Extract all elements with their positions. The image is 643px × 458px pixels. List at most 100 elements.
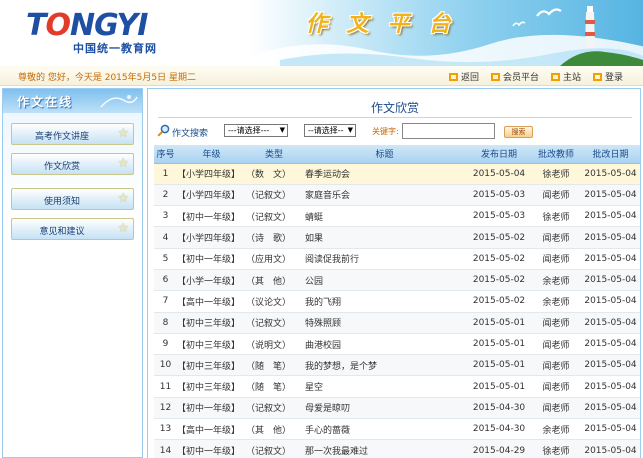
- table-row[interactable]: 2 【小学四年级】 （记叙文） 家庭音乐会 2015-05-03 闻老师 2015-05-0…: [154, 184, 640, 207]
- row-type: （记叙文）: [246, 184, 302, 207]
- nav-back[interactable]: 返回: [448, 70, 479, 83]
- sidebar-item-gaokao-lecture[interactable]: 高考作文讲座 ★: [11, 123, 134, 145]
- row-teacher: 徐老师: [531, 439, 581, 458]
- row-publish-date: 2015-05-03: [467, 205, 531, 228]
- search-label: 作文搜索: [172, 129, 209, 139]
- row-publish-date: 2015-04-30: [467, 418, 531, 441]
- row-teacher: 闻老师: [531, 226, 581, 249]
- table-row[interactable]: 11 【初中三年级】 （随 笔） 星空 2015-05-01 闻老师 2015-05-04: [154, 375, 640, 398]
- star-icon: ★: [117, 221, 129, 236]
- row-review-date: 2015-05-04: [581, 354, 640, 377]
- title-divider: [158, 117, 632, 118]
- row-index: 13: [154, 418, 177, 441]
- row-review-date: 2015-05-04: [581, 418, 640, 441]
- row-index: 10: [154, 354, 177, 377]
- col-header-teacher: 批改教师: [531, 145, 581, 164]
- row-title[interactable]: 母爱是晾叨: [302, 397, 467, 420]
- table-row[interactable]: 14 【初中一年级】 （记叙文） 那一次我最难过 2015-04-29 徐老师 2015-0…: [154, 439, 640, 458]
- search-button[interactable]: 搜索: [504, 126, 533, 138]
- row-grade: 【高中一年级】: [177, 290, 246, 313]
- row-publish-date: 2015-05-02: [467, 269, 531, 292]
- row-grade: 【初中三年级】: [177, 333, 246, 356]
- table-row[interactable]: 10 【初中三年级】 （随 笔） 我的梦想，是个梦 2015-05-01 闻老师 2015-…: [154, 354, 640, 377]
- info-bar: 尊敬的 您好，今天是 2015年5月5日 星期二 返回 会员平台 主站 登录: [0, 66, 643, 86]
- row-review-date: 2015-05-04: [581, 439, 640, 458]
- sidebar-item-essay-appreciation[interactable]: 作文欣赏 ★: [11, 153, 134, 175]
- sidebar-item-feedback[interactable]: 意见和建议 ★: [11, 218, 134, 240]
- table-row[interactable]: 13 【高中一年级】 （其 他） 手心的蔷薇 2015-04-30 余老师 2015-05-…: [154, 418, 640, 441]
- row-title[interactable]: 星空: [302, 375, 467, 398]
- row-publish-date: 2015-05-04: [467, 163, 531, 185]
- table-row[interactable]: 1 【小学四年级】 （数 文） 春季运动会 2015-05-04 徐老师 2015-05-0…: [154, 163, 640, 185]
- row-teacher: 闻老师: [531, 375, 581, 398]
- row-type: （诗 歌）: [246, 226, 302, 249]
- table-row[interactable]: 9 【初中三年级】 （说明文） 曲港校园 2015-05-01 闻老师 2015-05-04: [154, 333, 640, 356]
- essay-table: 序号 年级 类型 标题 发布日期 批改教师 批改日期 1 【小学四年级】 （数 文）…: [154, 145, 640, 458]
- row-teacher: 余老师: [531, 269, 581, 292]
- row-publish-date: 2015-05-01: [467, 333, 531, 356]
- table-row[interactable]: 12 【初中一年级】 （记叙文） 母爱是晾叨 2015-04-30 闻老师 2015-05-…: [154, 397, 640, 420]
- star-icon: ★: [117, 191, 129, 206]
- row-publish-date: 2015-05-01: [467, 354, 531, 377]
- star-icon: ★: [117, 156, 129, 171]
- row-title[interactable]: 手心的蔷薇: [302, 418, 467, 441]
- table-row[interactable]: 3 【初中一年级】 （记叙文） 蜻蜓 2015-05-03 徐老师 2015-05-04: [154, 205, 640, 228]
- col-header-publish-date: 发布日期: [467, 145, 531, 164]
- row-grade: 【小学四年级】: [177, 184, 246, 207]
- row-type: （记叙文）: [246, 439, 302, 458]
- row-teacher: 闻老师: [531, 354, 581, 377]
- island-decoration: [560, 51, 643, 66]
- row-title[interactable]: 我的梦想，是个梦: [302, 354, 467, 377]
- row-teacher: 余老师: [531, 290, 581, 313]
- row-grade: 【初中一年级】: [177, 439, 246, 458]
- sidebar-item-usage-notice[interactable]: 使用须知 ★: [11, 188, 134, 210]
- table-row[interactable]: 4 【小学四年级】 （诗 歌） 如果 2015-05-02 闻老师 2015-05-04: [154, 226, 640, 249]
- row-index: 6: [154, 269, 177, 292]
- table-row[interactable]: 7 【高中一年级】 （议论文） 我的飞翔 2015-05-02 余老师 2015-05-04: [154, 290, 640, 313]
- table-row[interactable]: 5 【初中一年级】 （应用文） 阅读促我前行 2015-05-02 闻老师 2015-05-…: [154, 248, 640, 270]
- row-title[interactable]: 那一次我最难过: [302, 439, 467, 458]
- site-logo[interactable]: TONGYI: [26, 8, 148, 43]
- row-title[interactable]: 春季运动会: [302, 163, 467, 185]
- row-publish-date: 2015-04-29: [467, 439, 531, 458]
- row-review-date: 2015-05-04: [581, 248, 640, 270]
- row-grade: 【初中一年级】: [177, 205, 246, 228]
- row-title[interactable]: 家庭音乐会: [302, 184, 467, 207]
- row-type: （应用文）: [246, 248, 302, 270]
- nav-main-site[interactable]: 主站: [550, 70, 581, 83]
- row-grade: 【高中一年级】: [177, 418, 246, 441]
- row-teacher: 徐老师: [531, 205, 581, 228]
- row-review-date: 2015-05-04: [581, 397, 640, 420]
- type-select[interactable]: --请选择-- ▼: [304, 124, 356, 137]
- grade-select[interactable]: ---请选择--- ▼: [224, 124, 288, 137]
- row-review-date: 2015-05-04: [581, 184, 640, 207]
- table-row[interactable]: 6 【小学一年级】 （其 他） 公园 2015-05-02 余老师 2015-05-04: [154, 269, 640, 292]
- row-grade: 【小学四年级】: [177, 226, 246, 249]
- row-title[interactable]: 特殊照顾: [302, 312, 467, 334]
- row-title[interactable]: 蜻蜓: [302, 205, 467, 228]
- col-header-grade: 年级: [177, 145, 246, 164]
- nav-member-platform[interactable]: 会员平台: [490, 70, 539, 83]
- row-title[interactable]: 我的飞翔: [302, 290, 467, 313]
- row-type: （记叙文）: [246, 397, 302, 420]
- row-title[interactable]: 曲港校园: [302, 333, 467, 356]
- row-grade: 【初中三年级】: [177, 375, 246, 398]
- row-title[interactable]: 阅读促我前行: [302, 248, 467, 270]
- row-type: （随 笔）: [246, 375, 302, 398]
- star-icon: ★: [117, 126, 129, 141]
- row-publish-date: 2015-05-01: [467, 375, 531, 398]
- sidebar: 作文在线 高考作文讲座 ★ 作文欣赏 ★ 使用须知 ★ 意见和建议 ★: [2, 88, 143, 458]
- nav-login[interactable]: 登录: [592, 70, 623, 83]
- table-row[interactable]: 8 【初中三年级】 （记叙文） 特殊照顾 2015-05-01 闻老师 2015-05-04: [154, 312, 640, 334]
- row-teacher: 徐老师: [531, 163, 581, 185]
- greeting-text: 尊敬的 您好，今天是 2015年5月5日 星期二: [18, 73, 196, 83]
- row-publish-date: 2015-05-02: [467, 290, 531, 313]
- row-index: 1: [154, 163, 177, 185]
- keyword-input[interactable]: [402, 123, 495, 139]
- sidebar-deco-icon: [100, 95, 138, 108]
- row-title[interactable]: 公园: [302, 269, 467, 292]
- row-type: （其 他）: [246, 269, 302, 292]
- search-bar: 作文搜索 ---请选择--- ▼ --请选择-- ▼ 关键字: 搜索: [148, 121, 640, 143]
- row-title[interactable]: 如果: [302, 226, 467, 249]
- col-header-title: 标题: [302, 145, 467, 164]
